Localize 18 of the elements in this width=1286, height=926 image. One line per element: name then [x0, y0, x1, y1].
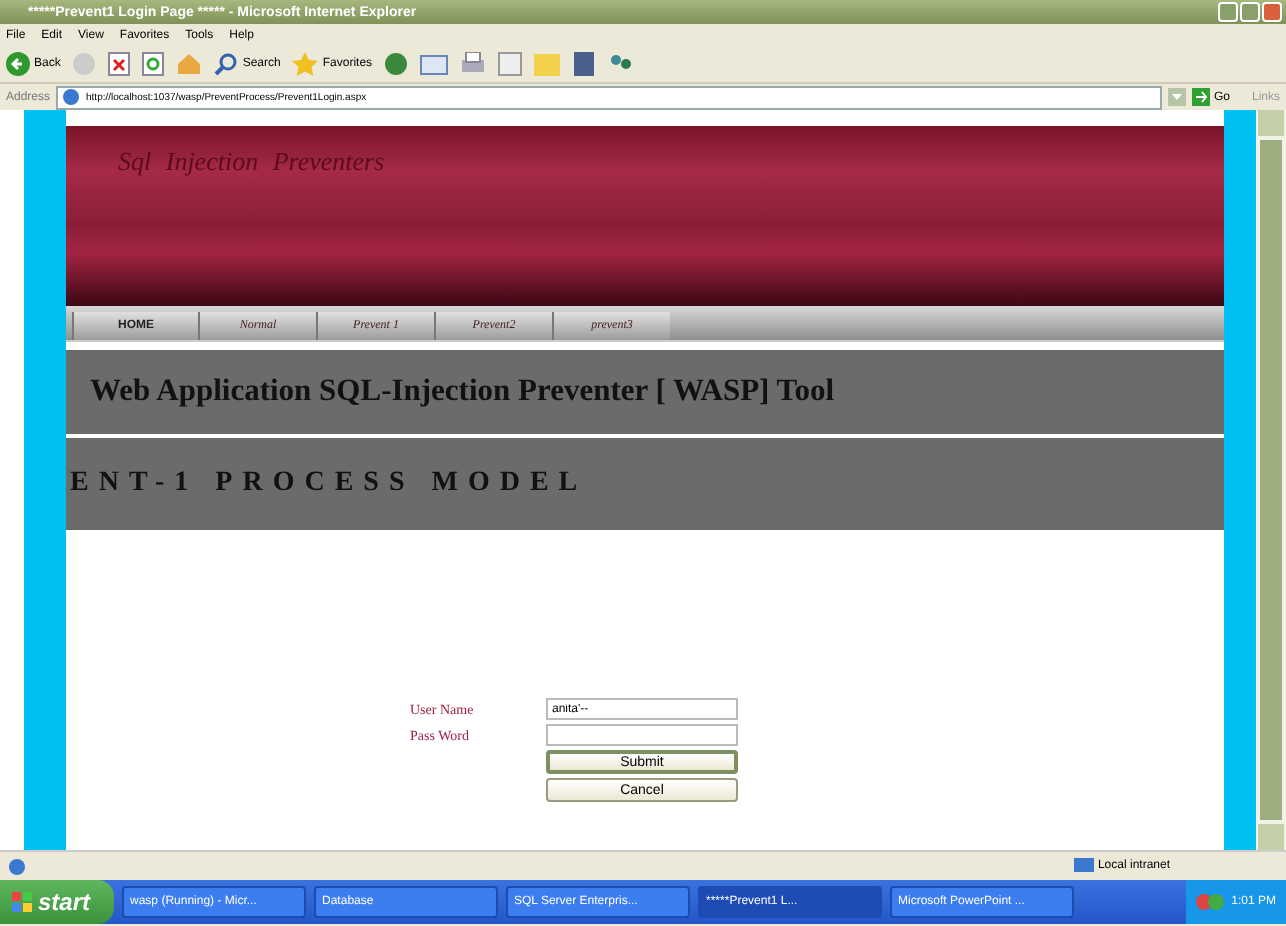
- search-icon: [214, 52, 239, 76]
- maximize-button[interactable]: [1240, 2, 1260, 22]
- minimize-button[interactable]: [1218, 2, 1238, 22]
- page-heading: Web Application SQL-Injection Preventer [ WASP] Tool: [90, 374, 835, 410]
- page-subheading: ENT-1 PROCESS MODEL: [70, 468, 588, 500]
- stop-icon[interactable]: [108, 52, 131, 76]
- back-arrow-icon: [6, 52, 30, 76]
- windows-flag-icon: [12, 892, 32, 912]
- password-field[interactable]: [546, 724, 738, 746]
- home-icon[interactable]: [176, 52, 203, 76]
- refresh-icon[interactable]: [142, 52, 165, 76]
- go-arrow-icon: [1191, 88, 1210, 106]
- dropdown-icon[interactable]: [1167, 88, 1186, 106]
- star-icon: [292, 52, 319, 76]
- scrollbar[interactable]: [1256, 110, 1286, 850]
- close-button[interactable]: [1262, 2, 1282, 22]
- printer-icon[interactable]: [460, 52, 487, 76]
- site-title: Sql Injection Preventers: [118, 146, 385, 176]
